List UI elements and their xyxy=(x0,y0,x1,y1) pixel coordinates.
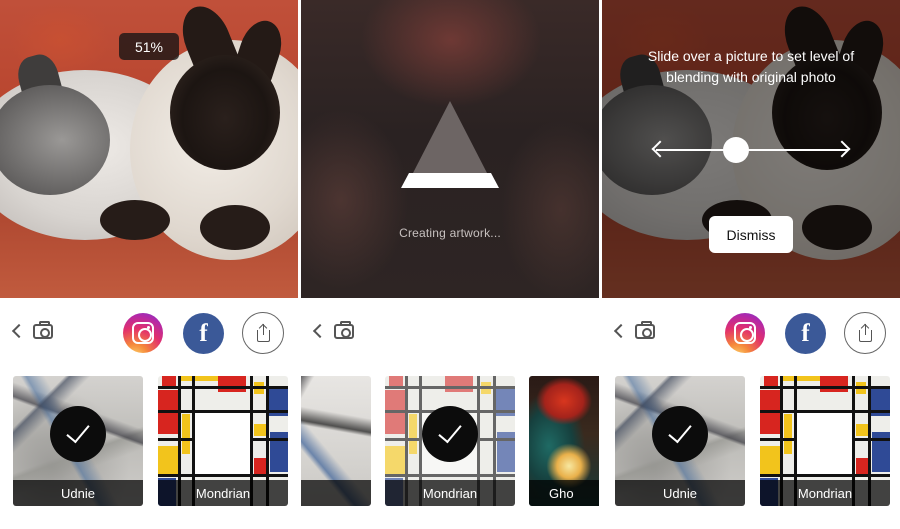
artwork-preview-loading: Creating artwork... xyxy=(301,0,599,298)
camera-icon[interactable] xyxy=(334,321,354,339)
chevron-left-icon[interactable] xyxy=(312,323,328,339)
style-thumbnail-udnie[interactable]: Udnie xyxy=(615,376,745,506)
facebook-share-button[interactable]: f xyxy=(183,313,224,354)
style-label: Mondrian xyxy=(385,480,515,506)
checkmark-icon xyxy=(66,418,90,444)
instagram-icon xyxy=(734,322,756,344)
camera-icon[interactable] xyxy=(33,321,53,339)
panel-blend-progress: 51% f Udnie Mondrian xyxy=(0,0,298,529)
chevron-left-icon[interactable] xyxy=(613,323,629,339)
style-label: dnie xyxy=(301,480,371,506)
style-thumbnail-udnie[interactable]: Udnie xyxy=(13,376,143,506)
blend-slider-track xyxy=(656,149,848,151)
style-thumbnail-ghost[interactable]: Gho xyxy=(529,376,599,506)
share-icon xyxy=(859,323,872,342)
style-label: Udnie xyxy=(13,480,143,506)
cat-paw xyxy=(100,200,170,240)
style-label: Mondrian xyxy=(158,480,288,506)
dismiss-button[interactable]: Dismiss xyxy=(709,216,793,253)
prisma-logo-icon xyxy=(401,101,499,188)
checkmark-icon xyxy=(668,418,692,444)
facebook-share-button[interactable]: f xyxy=(785,313,826,354)
facebook-icon: f xyxy=(199,320,208,347)
artwork-preview[interactable]: Slide over a picture to set level of ble… xyxy=(602,0,900,298)
share-button[interactable] xyxy=(844,312,886,354)
style-thumbnail-udnie[interactable]: dnie xyxy=(301,376,371,506)
selected-check-badge xyxy=(652,406,708,462)
style-label: Udnie xyxy=(615,480,745,506)
loading-text: Creating artwork... xyxy=(399,226,501,240)
panel-creating-artwork: Creating artwork... dnie xyxy=(301,0,599,529)
checkmark-icon xyxy=(438,418,462,444)
share-icon xyxy=(257,323,270,342)
blend-hint-text: Slide over a picture to set level of ble… xyxy=(647,48,855,85)
instagram-share-button[interactable] xyxy=(123,313,163,353)
style-thumbnail-mondrian[interactable]: Mondrian xyxy=(158,376,288,506)
selected-check-badge xyxy=(50,406,106,462)
style-thumbnail-mondrian[interactable]: Mondrian xyxy=(760,376,890,506)
style-label: Mondrian xyxy=(760,480,890,506)
facebook-icon: f xyxy=(801,320,810,347)
panel-blend-hint: Slide over a picture to set level of ble… xyxy=(602,0,900,529)
instagram-icon xyxy=(132,322,154,344)
chevron-left-icon[interactable] xyxy=(11,323,27,339)
selected-check-badge xyxy=(422,406,478,462)
style-thumbnail-mondrian[interactable]: Mondrian xyxy=(385,376,515,506)
camera-icon[interactable] xyxy=(635,321,655,339)
artwork-preview[interactable]: 51% xyxy=(0,0,298,298)
cat-paw xyxy=(200,205,270,250)
style-label: Gho xyxy=(529,480,599,506)
blend-slider-thumb[interactable] xyxy=(723,137,749,163)
cat-siamese-head xyxy=(170,55,280,170)
instagram-share-button[interactable] xyxy=(725,313,765,353)
blend-percent-badge: 51% xyxy=(119,33,179,60)
share-button[interactable] xyxy=(242,312,284,354)
